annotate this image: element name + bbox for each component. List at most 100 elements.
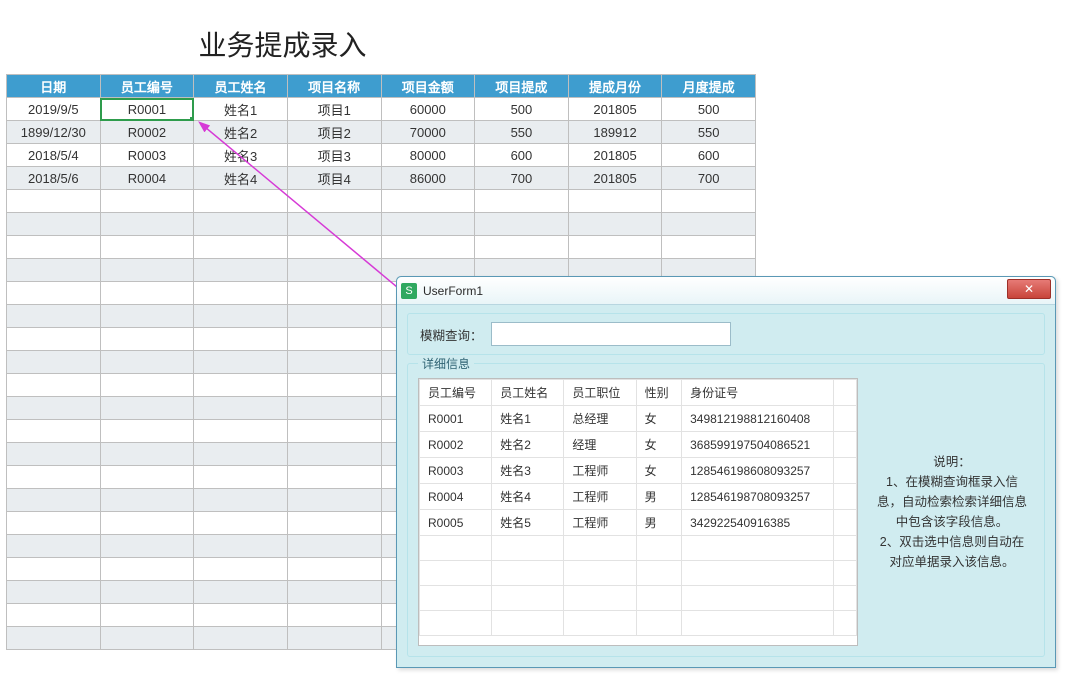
emp-cell[interactable]: 男 <box>636 484 682 510</box>
sheet-cell[interactable] <box>194 190 288 213</box>
sheet-column-header[interactable]: 提成月份 <box>568 75 662 98</box>
sheet-cell[interactable] <box>7 535 101 558</box>
emp-row[interactable]: R0001姓名1总经理女349812198812160408 <box>420 406 857 432</box>
sheet-cell[interactable] <box>7 420 101 443</box>
sheet-column-header[interactable]: 项目金额 <box>381 75 475 98</box>
sheet-cell[interactable]: R0003 <box>100 144 194 167</box>
sheet-cell[interactable] <box>100 259 194 282</box>
emp-cell[interactable]: R0003 <box>420 458 492 484</box>
sheet-cell[interactable]: 项目2 <box>287 121 381 144</box>
sheet-cell[interactable] <box>662 213 756 236</box>
sheet-cell[interactable]: 姓名3 <box>194 144 288 167</box>
emp-cell[interactable]: 工程师 <box>564 458 636 484</box>
sheet-cell[interactable] <box>7 351 101 374</box>
sheet-cell[interactable] <box>381 213 475 236</box>
sheet-cell[interactable]: 600 <box>475 144 569 167</box>
sheet-cell[interactable] <box>287 558 381 581</box>
emp-row[interactable]: R0003姓名3工程师女128546198608093257 <box>420 458 857 484</box>
sheet-cell[interactable] <box>287 282 381 305</box>
emp-cell[interactable]: R0005 <box>420 510 492 536</box>
sheet-cell[interactable] <box>287 259 381 282</box>
sheet-cell[interactable] <box>7 489 101 512</box>
sheet-cell[interactable] <box>287 351 381 374</box>
emp-cell[interactable]: 姓名4 <box>492 484 564 510</box>
emp-cell[interactable]: R0004 <box>420 484 492 510</box>
sheet-cell[interactable]: 80000 <box>381 144 475 167</box>
employee-grid[interactable]: 员工编号员工姓名员工职位性别身份证号 R0001姓名1总经理女349812198… <box>418 378 858 646</box>
emp-cell[interactable]: 姓名5 <box>492 510 564 536</box>
sheet-cell[interactable] <box>100 190 194 213</box>
sheet-cell[interactable] <box>194 489 288 512</box>
sheet-cell[interactable] <box>194 374 288 397</box>
sheet-cell[interactable] <box>475 213 569 236</box>
sheet-cell[interactable] <box>7 213 101 236</box>
sheet-cell[interactable] <box>381 236 475 259</box>
sheet-cell[interactable] <box>100 328 194 351</box>
sheet-cell[interactable] <box>662 190 756 213</box>
sheet-cell[interactable] <box>194 627 288 650</box>
sheet-cell[interactable] <box>100 420 194 443</box>
sheet-cell[interactable] <box>100 213 194 236</box>
sheet-cell[interactable] <box>7 581 101 604</box>
sheet-cell[interactable]: 姓名4 <box>194 167 288 190</box>
sheet-cell[interactable] <box>194 282 288 305</box>
sheet-cell[interactable] <box>287 443 381 466</box>
emp-cell[interactable]: 女 <box>636 458 682 484</box>
sheet-cell[interactable]: R0001 <box>100 98 194 121</box>
sheet-cell[interactable]: 500 <box>475 98 569 121</box>
sheet-cell[interactable]: 项目4 <box>287 167 381 190</box>
emp-cell[interactable]: 128546198708093257 <box>682 484 834 510</box>
sheet-cell[interactable] <box>7 236 101 259</box>
sheet-cell[interactable] <box>568 236 662 259</box>
emp-cell[interactable]: 342922540916385 <box>682 510 834 536</box>
emp-cell[interactable]: 姓名1 <box>492 406 564 432</box>
sheet-cell[interactable] <box>100 236 194 259</box>
sheet-column-header[interactable]: 月度提成 <box>662 75 756 98</box>
sheet-cell[interactable] <box>100 604 194 627</box>
emp-cell[interactable]: 128546198608093257 <box>682 458 834 484</box>
sheet-cell[interactable]: 550 <box>662 121 756 144</box>
sheet-cell[interactable] <box>194 581 288 604</box>
sheet-cell[interactable] <box>287 512 381 535</box>
sheet-cell[interactable] <box>7 305 101 328</box>
sheet-column-header[interactable]: 项目名称 <box>287 75 381 98</box>
sheet-cell[interactable] <box>194 512 288 535</box>
sheet-cell[interactable] <box>7 558 101 581</box>
sheet-cell[interactable] <box>100 397 194 420</box>
sheet-cell[interactable] <box>7 190 101 213</box>
sheet-cell[interactable] <box>7 604 101 627</box>
sheet-cell[interactable] <box>7 512 101 535</box>
sheet-cell[interactable] <box>100 466 194 489</box>
emp-cell[interactable]: 姓名2 <box>492 432 564 458</box>
emp-cell[interactable]: 姓名3 <box>492 458 564 484</box>
emp-column-header[interactable]: 员工姓名 <box>492 380 564 406</box>
sheet-cell[interactable]: 60000 <box>381 98 475 121</box>
sheet-cell[interactable] <box>7 282 101 305</box>
emp-cell[interactable]: 经理 <box>564 432 636 458</box>
sheet-column-header[interactable]: 员工编号 <box>100 75 194 98</box>
sheet-cell[interactable] <box>7 627 101 650</box>
sheet-cell[interactable] <box>100 489 194 512</box>
sheet-cell[interactable] <box>100 443 194 466</box>
emp-row[interactable]: R0004姓名4工程师男128546198708093257 <box>420 484 857 510</box>
sheet-cell[interactable] <box>287 627 381 650</box>
emp-row[interactable]: R0002姓名2经理女368599197504086521 <box>420 432 857 458</box>
sheet-cell[interactable] <box>287 466 381 489</box>
sheet-cell[interactable] <box>287 213 381 236</box>
sheet-cell[interactable]: 201805 <box>568 144 662 167</box>
sheet-cell[interactable] <box>287 489 381 512</box>
sheet-cell[interactable] <box>662 236 756 259</box>
sheet-cell[interactable]: 1899/12/30 <box>7 121 101 144</box>
sheet-cell[interactable]: 项目1 <box>287 98 381 121</box>
sheet-cell[interactable] <box>194 305 288 328</box>
sheet-cell[interactable] <box>194 443 288 466</box>
sheet-cell[interactable] <box>381 190 475 213</box>
sheet-cell[interactable] <box>194 213 288 236</box>
sheet-column-header[interactable]: 员工姓名 <box>194 75 288 98</box>
emp-column-header[interactable]: 身份证号 <box>682 380 834 406</box>
sheet-cell[interactable] <box>287 190 381 213</box>
sheet-cell[interactable] <box>194 466 288 489</box>
emp-row[interactable]: R0005姓名5工程师男342922540916385 <box>420 510 857 536</box>
sheet-cell[interactable] <box>100 512 194 535</box>
emp-cell[interactable]: 女 <box>636 432 682 458</box>
